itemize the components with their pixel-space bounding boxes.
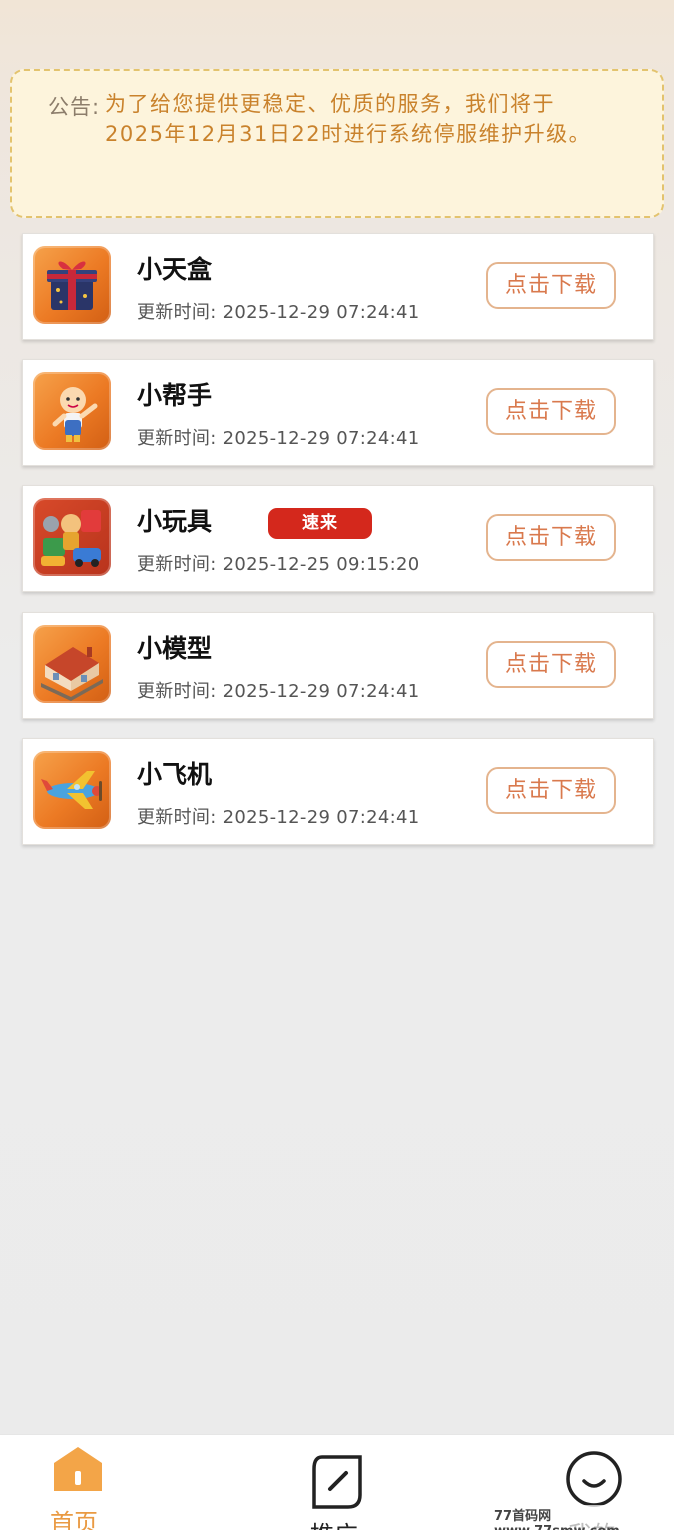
profile-smile-icon (566, 1451, 622, 1507)
update-time: 更新时间: 2025-12-29 07:24:41 (137, 428, 420, 449)
notice-label: 公告: (48, 95, 101, 119)
hot-badge: 速来 (268, 508, 372, 539)
update-time: 更新时间: 2025-12-29 07:24:41 (137, 302, 420, 323)
app-name: 小玩具 (137, 507, 213, 536)
home-icon (54, 1447, 102, 1491)
notice-banner: 公告: 为了给您提供更稳定、优质的服务，我们将于 2025年12月31日22时进… (10, 69, 664, 218)
list-item: 小玩具 速来 更新时间: 2025-12-25 09:15:20 点击下载 (22, 485, 654, 592)
download-button[interactable]: 点击下载 (486, 641, 616, 688)
update-time: 更新时间: 2025-12-29 07:24:41 (137, 681, 420, 702)
watermark: 77首码网 www.77smw.com (492, 1505, 674, 1530)
notice-text: 为了给您提供更稳定、优质的服务，我们将于 2025年12月31日22时进行系统停… (105, 92, 592, 146)
download-button[interactable]: 点击下载 (486, 262, 616, 309)
tab-promote-label: 推广 (310, 1515, 358, 1530)
app-name: 小帮手 (137, 381, 213, 410)
list-item: 小帮手 更新时间: 2025-12-29 07:24:41 点击下载 (22, 359, 654, 466)
tab-home-label: 首页 (50, 1509, 98, 1530)
edit-icon (312, 1455, 362, 1509)
download-button[interactable]: 点击下载 (486, 388, 616, 435)
house-model-icon[interactable] (33, 625, 111, 703)
list-item: 小模型 更新时间: 2025-12-29 07:24:41 点击下载 (22, 612, 654, 719)
update-time: 更新时间: 2025-12-25 09:15:20 (137, 554, 420, 575)
helper-doll-icon[interactable] (33, 372, 111, 450)
tab-promote[interactable]: 推广 (280, 1435, 400, 1530)
update-time: 更新时间: 2025-12-29 07:24:41 (137, 807, 420, 828)
list-item: 小飞机 更新时间: 2025-12-29 07:24:41 点击下载 (22, 738, 654, 845)
toys-icon[interactable] (33, 498, 111, 576)
tab-home[interactable]: 首页 (30, 1435, 150, 1530)
app-name: 小天盒 (137, 255, 213, 284)
toy-plane-icon[interactable] (33, 751, 111, 829)
download-button[interactable]: 点击下载 (486, 514, 616, 561)
app-name: 小模型 (137, 634, 213, 663)
app-name: 小飞机 (137, 760, 213, 789)
download-button[interactable]: 点击下载 (486, 767, 616, 814)
list-item: 小天盒 更新时间: 2025-12-29 07:24:41 点击下载 (22, 233, 654, 340)
gift-box-icon[interactable] (33, 246, 111, 324)
